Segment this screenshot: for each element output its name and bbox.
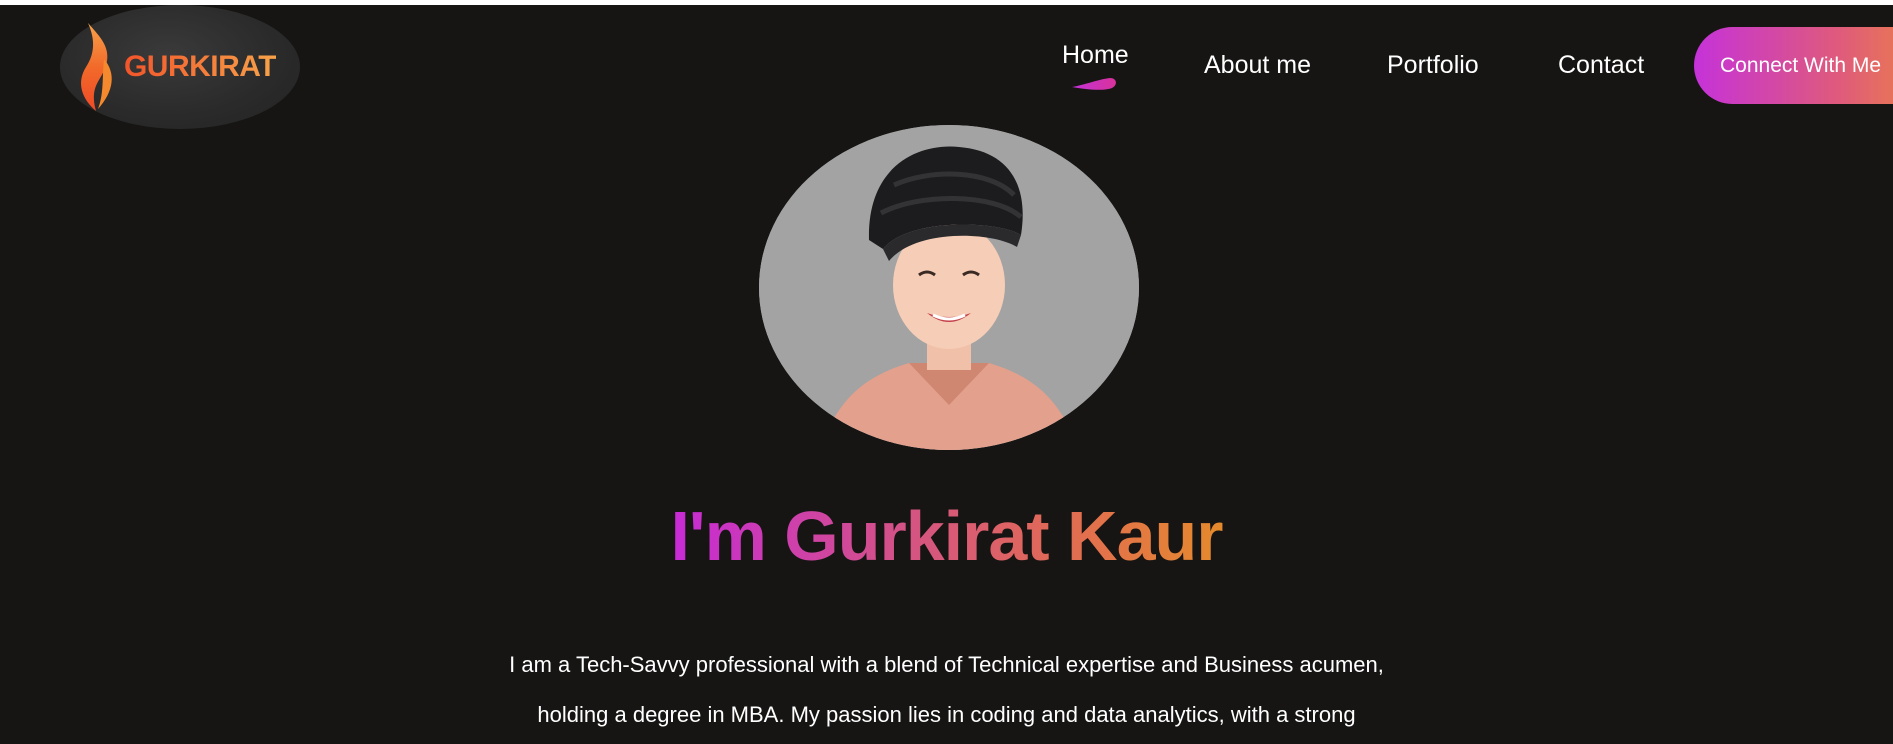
hero-title-text: I'm Gurkirat Kaur <box>670 497 1223 575</box>
logo[interactable]: GURKIRAT <box>60 5 300 129</box>
flame-icon <box>80 23 112 111</box>
connect-with-me-button[interactable]: Connect With Me <box>1694 27 1893 104</box>
profile-photo <box>759 125 1139 450</box>
nav-about-me[interactable]: About me <box>1204 51 1311 80</box>
nav-contact[interactable]: Contact <box>1558 51 1644 80</box>
profile-photo-illustration <box>759 125 1139 450</box>
logo-inner: GURKIRAT <box>74 19 277 115</box>
active-underline-icon <box>1072 78 1116 90</box>
nav-home[interactable]: Home <box>1062 41 1129 70</box>
hero-title: I'm Gurkirat Kaur <box>0 496 1893 576</box>
bio-paragraph: I am a Tech-Savvy professional with a bl… <box>0 640 1893 740</box>
logo-text: GURKIRAT <box>123 50 277 83</box>
bio-line: holding a degree in MBA. My passion lies… <box>537 702 1356 727</box>
top-strip <box>0 0 1893 5</box>
nav-portfolio[interactable]: Portfolio <box>1387 51 1479 80</box>
bio-line: I am a Tech-Savvy professional with a bl… <box>509 652 1384 677</box>
